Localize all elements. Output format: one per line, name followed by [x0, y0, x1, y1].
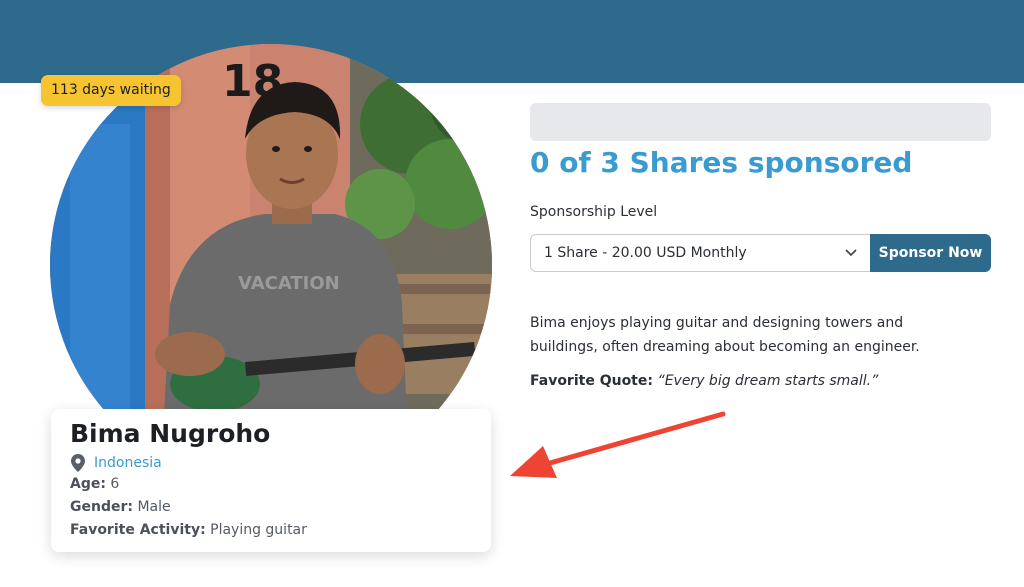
child-activity: Favorite Activity: Playing guitar	[70, 522, 307, 538]
svg-text:VACATION: VACATION	[238, 273, 340, 294]
days-waiting-badge: 113 days waiting	[41, 75, 181, 106]
child-gender: Gender: Male	[70, 499, 171, 515]
child-bio: Bima enjoys playing guitar and designing…	[530, 315, 920, 355]
quote-text: “Every big dream starts small.”	[657, 373, 879, 389]
age-value: 6	[110, 476, 120, 492]
activity-label: Favorite Activity:	[70, 522, 206, 538]
location-pin-icon	[71, 454, 85, 472]
age-label: Age:	[70, 476, 106, 492]
sponsorship-progress-bar	[530, 103, 991, 141]
child-location: Indonesia	[71, 453, 162, 473]
sponsor-now-button[interactable]: Sponsor Now	[870, 234, 991, 272]
activity-value: Playing guitar	[210, 522, 307, 538]
annotation-arrow-icon	[510, 411, 726, 478]
child-age: Age: 6	[70, 476, 119, 492]
child-country-link[interactable]: Indonesia	[94, 455, 162, 471]
chevron-down-icon	[845, 249, 857, 257]
favorite-quote: Favorite Quote: “Every big dream starts …	[530, 373, 878, 389]
child-name: Bima Nugroho	[70, 419, 271, 448]
quote-label: Favorite Quote:	[530, 373, 653, 389]
gender-label: Gender:	[70, 499, 133, 515]
gender-value: Male	[137, 499, 171, 515]
selected-level-value: 1 Share - 20.00 USD Monthly	[544, 245, 747, 261]
shares-sponsored-heading: 0 of 3 Shares sponsored	[530, 146, 913, 179]
child-profile-card: Bima Nugroho Indonesia Age: 6 Gender: Ma…	[51, 409, 491, 552]
sponsorship-level-label: Sponsorship Level	[530, 204, 658, 220]
header-banner	[0, 0, 1024, 83]
sponsorship-level-select[interactable]: 1 Share - 20.00 USD Monthly	[530, 234, 870, 272]
